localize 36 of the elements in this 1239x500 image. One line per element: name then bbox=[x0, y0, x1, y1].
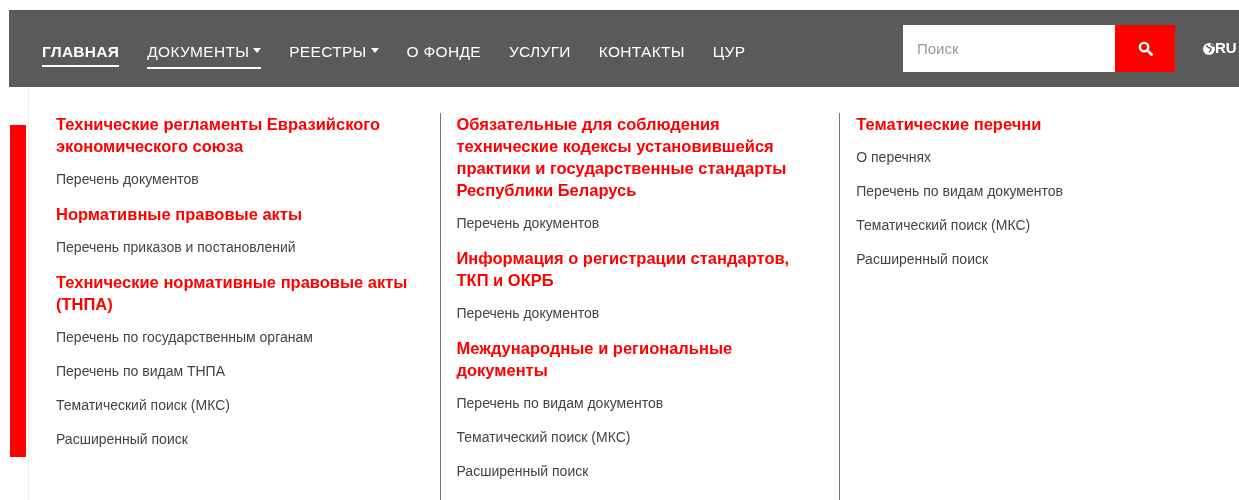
section-heading: Обязательные для соблюдения технические кодексы установившейся практики и государственные стандарты Республики Беларусь bbox=[456, 114, 788, 201]
section-heading: Информация о регистрации стандартов, ТКП и ОКРБ bbox=[456, 248, 791, 291]
caret-icon bbox=[370, 48, 379, 53]
search-button[interactable] bbox=[1115, 25, 1175, 72]
menu-link[interactable]: Перечень приказов и постановлений bbox=[56, 237, 428, 257]
menu-link[interactable]: Перечень документов bbox=[456, 213, 814, 233]
menu-link[interactable]: О перечнях bbox=[856, 147, 1213, 167]
globe-icon bbox=[1203, 42, 1215, 55]
nav-link[interactable]: ЦУР bbox=[712, 36, 746, 69]
menu-link[interactable]: Тематический поиск (МКС) bbox=[56, 395, 428, 415]
section-heading: Технические нормативные правовые акты (ТНПА) bbox=[56, 272, 409, 315]
nav-link[interactable]: ДОКУМЕНТЫ bbox=[147, 36, 262, 69]
nav-link[interactable]: ГЛАВНАЯ bbox=[42, 36, 120, 69]
menu-link[interactable]: Тематический поиск (МКС) bbox=[456, 427, 814, 447]
nav-link[interactable]: О ФОНДЕ bbox=[406, 36, 481, 69]
nav-link[interactable]: КОНТАКТЫ bbox=[598, 36, 685, 69]
menu-link[interactable]: Перечень по видам документов bbox=[456, 393, 814, 413]
section-heading: Технические регламенты Евразийского экономического союза bbox=[56, 114, 381, 157]
section-heading: Международные и региональные документы bbox=[456, 338, 734, 381]
language-link[interactable]: RU bbox=[1215, 37, 1237, 60]
menu-link[interactable]: Расширенный поиск bbox=[56, 429, 428, 449]
nav-link[interactable]: РЕЕСТРЫ bbox=[289, 36, 379, 69]
menu-link[interactable]: Расширенный поиск bbox=[856, 249, 1213, 269]
menu-link[interactable]: Тематический поиск (МКС) bbox=[856, 215, 1213, 235]
menu-link[interactable]: Перечень документов bbox=[456, 303, 814, 323]
nav-link[interactable]: УСЛУГИ bbox=[508, 36, 571, 69]
menu-link[interactable]: Расширенный поиск bbox=[456, 461, 814, 481]
menu-link[interactable]: Перечень по видам документов bbox=[856, 181, 1213, 201]
search-field[interactable]: Поиск bbox=[903, 25, 1115, 72]
menu-link[interactable]: Перечень по государственным органам bbox=[56, 327, 428, 347]
menu-link[interactable]: Перечень по видам ТНПА bbox=[56, 361, 428, 381]
menu-link[interactable]: Перечень документов bbox=[56, 169, 428, 189]
caret-icon bbox=[253, 48, 262, 53]
search-icon bbox=[1137, 41, 1153, 56]
section-heading: Тематические перечни bbox=[856, 114, 1043, 135]
section-heading: Нормативные правовые акты bbox=[56, 204, 304, 225]
